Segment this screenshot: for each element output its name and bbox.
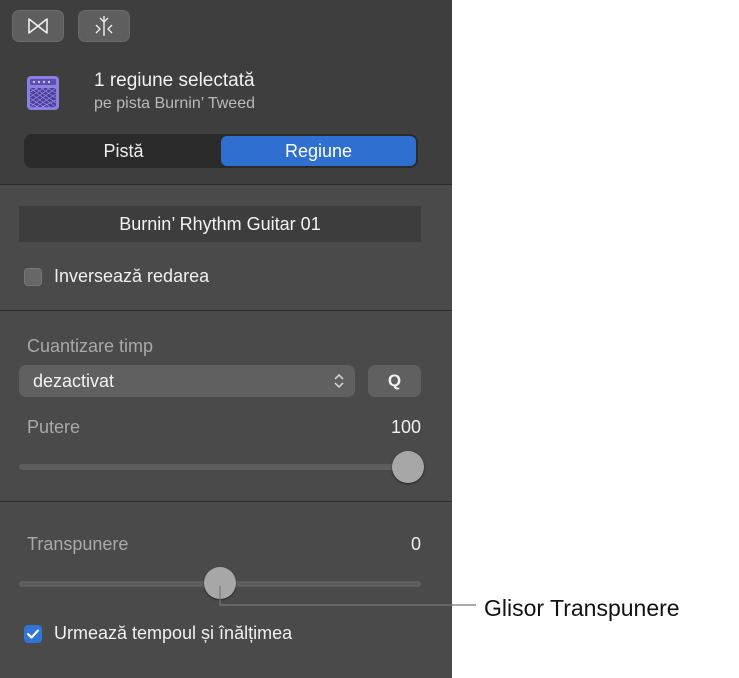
region-inspector-panel: 1 regiune selectată pe pista Burnin’ Twe… [0, 0, 452, 678]
chevron-up-down-icon [334, 373, 344, 389]
transpose-value: 0 [410, 534, 421, 554]
transpose-slider-knob[interactable] [204, 567, 236, 599]
callout-transpose-slider: Glisor Transpunere [484, 595, 680, 621]
checkmark-icon [26, 629, 40, 639]
strength-slider-track[interactable] [19, 464, 421, 470]
inspector-tab-control: Pistă Regiune [24, 134, 418, 168]
quantize-q-button[interactable]: Q [368, 365, 421, 397]
follow-tempo-label: Urmează tempoul și înălțimea [54, 623, 293, 643]
inspector-header: 1 regiune selectată pe pista Burnin’ Twe… [0, 0, 452, 185]
quantize-label: Cuantizare timp [27, 336, 154, 356]
strength-value: 100 [390, 417, 421, 437]
reverse-playback-label: Inversează redarea [54, 266, 210, 286]
split-playhead-icon [95, 16, 113, 36]
tab-track[interactable]: Pistă [26, 136, 221, 166]
split-at-playhead-button[interactable] [78, 10, 130, 42]
tab-region[interactable]: Regiune [221, 136, 416, 166]
selection-title: 1 regiune selectată [94, 70, 255, 91]
strength-slider-knob[interactable] [392, 451, 424, 483]
selection-subtitle: pe pista Burnin’ Tweed [94, 95, 255, 112]
reverse-playback-checkbox[interactable] [24, 268, 42, 286]
quantize-select[interactable]: dezactivat [19, 365, 355, 397]
follow-tempo-checkbox[interactable] [24, 625, 42, 643]
marquee-bowtie-icon [28, 18, 48, 34]
section-divider [0, 501, 452, 502]
strength-label: Putere [27, 417, 81, 437]
region-name-field[interactable]: Burnin’ Rhythm Guitar 01 [19, 206, 421, 242]
marquee-tool-button[interactable] [12, 10, 64, 42]
section-divider [0, 310, 452, 311]
amp-icon [27, 76, 59, 110]
transpose-label: Transpunere [27, 534, 129, 554]
quantize-value: dezactivat [33, 370, 115, 391]
